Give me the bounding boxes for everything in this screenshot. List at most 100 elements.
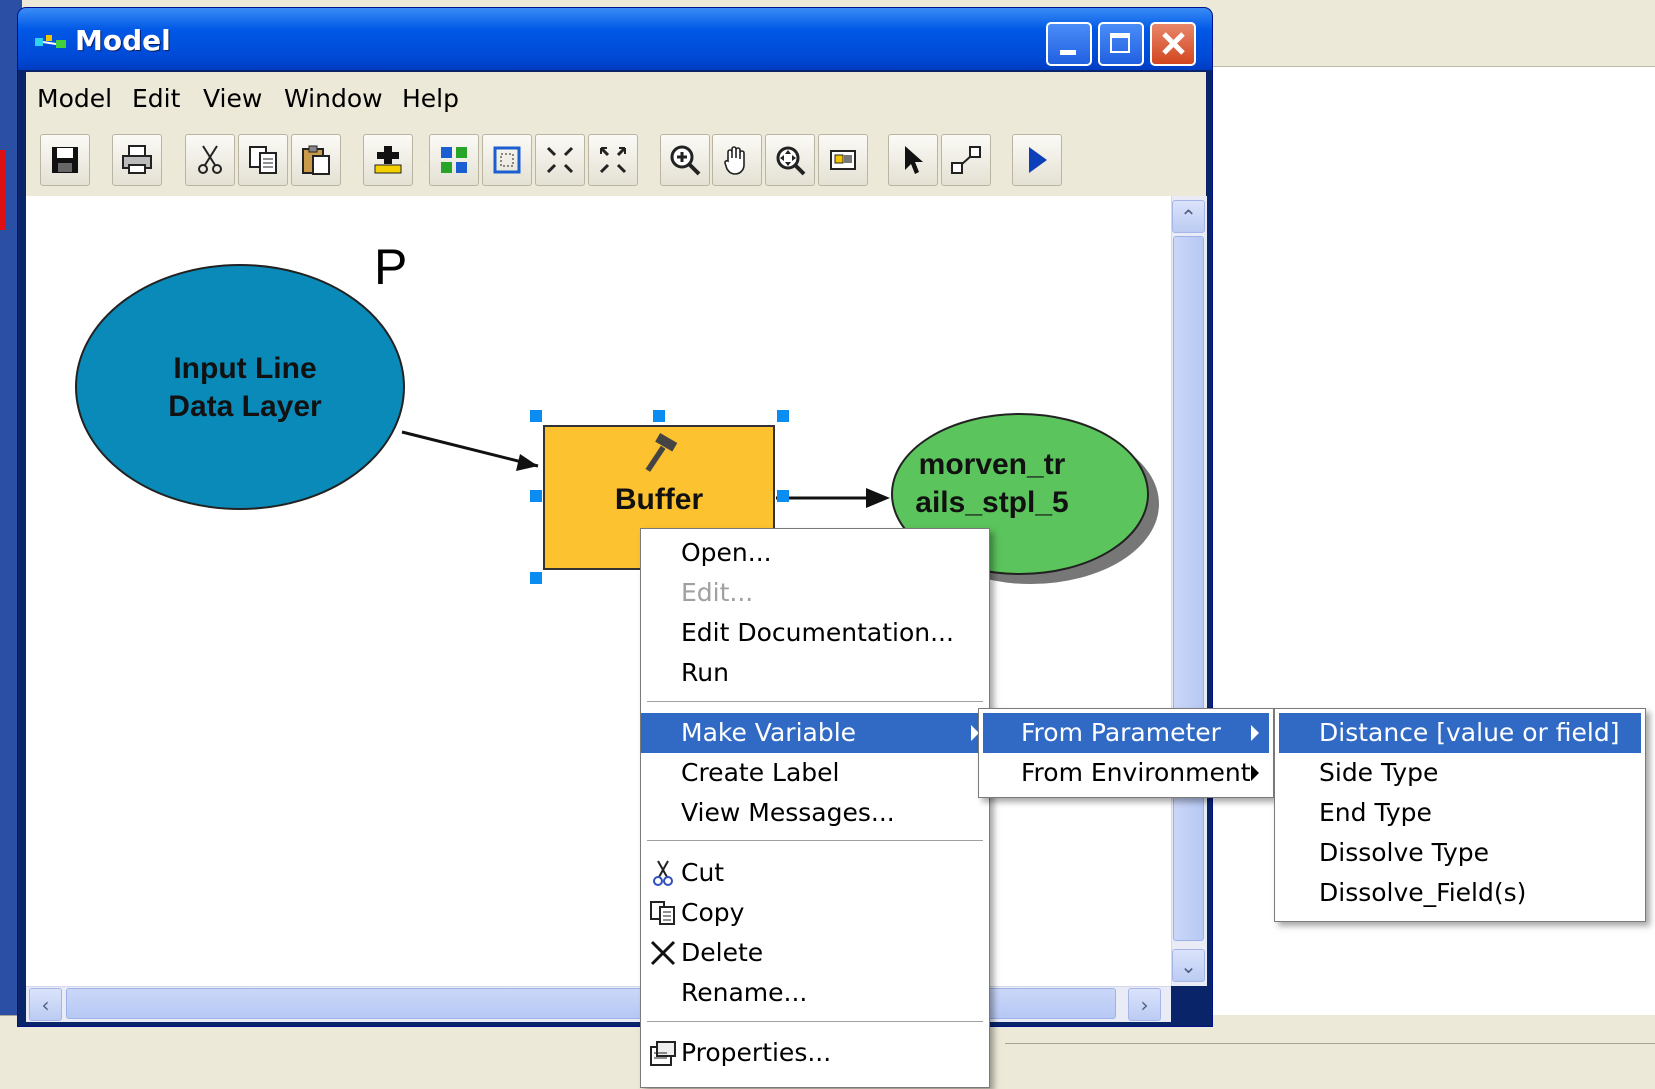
selection-handle[interactable] bbox=[777, 490, 789, 502]
menu-item-from-parameter-label: From Parameter bbox=[1021, 718, 1221, 747]
menu-item-properties-label: Properties... bbox=[681, 1038, 832, 1067]
copy-icon bbox=[650, 901, 675, 925]
menu-item-side-type[interactable]: Side Type bbox=[1279, 753, 1641, 793]
auto-layout-button[interactable] bbox=[429, 134, 479, 186]
parameter-submenu: Distance [value or field] Side Type End … bbox=[1274, 708, 1646, 922]
scroll-down-button[interactable]: ⌄ bbox=[1172, 949, 1205, 982]
menu-item-dissolve-fields[interactable]: Dissolve_Field(s) bbox=[1279, 873, 1641, 913]
menu-separator bbox=[647, 840, 983, 841]
output-node-label-line2: ails_stpl_5 bbox=[915, 486, 1069, 519]
background-toolbar-right bbox=[1210, 0, 1655, 67]
zoom-to-layer-button[interactable] bbox=[765, 134, 815, 186]
menu-item-open[interactable]: Open... bbox=[641, 533, 989, 573]
menu-item-copy[interactable]: Copy bbox=[641, 893, 989, 933]
paste-icon bbox=[302, 145, 330, 175]
select-button[interactable] bbox=[888, 134, 938, 186]
chevron-right-icon: › bbox=[1140, 992, 1149, 1017]
zoom-in-fixed-icon bbox=[546, 146, 574, 174]
parameter-marker: P bbox=[374, 239, 408, 295]
model-app-icon bbox=[35, 35, 66, 48]
menu-item-cut-label: Cut bbox=[681, 858, 725, 887]
input-node-label-line1: Input Line bbox=[173, 352, 317, 385]
menu-item-cut[interactable]: Cut bbox=[641, 853, 989, 893]
selection-handle[interactable] bbox=[653, 410, 665, 422]
menu-item-create-label[interactable]: Create Label bbox=[641, 753, 989, 793]
copy-icon bbox=[249, 146, 277, 174]
toolbar bbox=[26, 124, 1206, 197]
full-extent-button[interactable] bbox=[482, 134, 532, 186]
pan-icon bbox=[724, 146, 745, 175]
save-button[interactable] bbox=[40, 134, 90, 186]
chevron-left-icon: ‹ bbox=[41, 992, 50, 1017]
menu-help[interactable]: Help bbox=[402, 84, 459, 113]
output-node-label-line1: morven_tr bbox=[918, 448, 1066, 481]
close-button[interactable] bbox=[1150, 22, 1196, 66]
menu-item-delete[interactable]: Delete bbox=[641, 933, 989, 973]
add-data-icon bbox=[374, 146, 402, 174]
maximize-button[interactable] bbox=[1098, 22, 1144, 66]
window-title: Model bbox=[75, 24, 171, 57]
menu-item-dissolve-type[interactable]: Dissolve Type bbox=[1279, 833, 1641, 873]
select-icon bbox=[905, 146, 923, 174]
menu-item-distance[interactable]: Distance [value or field] bbox=[1279, 713, 1641, 753]
menu-item-view-messages[interactable]: View Messages... bbox=[641, 793, 989, 833]
menu-item-make-variable[interactable]: Make Variable bbox=[641, 713, 989, 753]
make-variable-submenu: From Parameter From Environment bbox=[978, 708, 1274, 798]
run-icon bbox=[1029, 147, 1047, 173]
selection-handle[interactable] bbox=[530, 572, 542, 584]
copy-button[interactable] bbox=[238, 134, 288, 186]
scroll-up-button[interactable]: ⌃ bbox=[1172, 200, 1205, 233]
scroll-left-button[interactable]: ‹ bbox=[29, 988, 62, 1021]
properties-icon bbox=[650, 1041, 676, 1066]
menu-model[interactable]: Model bbox=[37, 84, 112, 113]
close-icon bbox=[1162, 32, 1185, 55]
menu-item-properties[interactable]: Properties... bbox=[641, 1033, 989, 1073]
print-button[interactable] bbox=[112, 134, 162, 186]
overview-button[interactable] bbox=[818, 134, 868, 186]
zoom-in-fixed-button[interactable] bbox=[535, 134, 585, 186]
cut-button[interactable] bbox=[185, 134, 235, 186]
menu-item-edit-documentation[interactable]: Edit Documentation... bbox=[641, 613, 989, 653]
cut-icon bbox=[198, 145, 222, 174]
save-icon bbox=[52, 147, 78, 173]
overview-icon bbox=[830, 150, 856, 170]
vertical-scroll-thumb[interactable] bbox=[1173, 236, 1204, 941]
auto-layout-icon bbox=[441, 147, 467, 173]
submenu-arrow-icon bbox=[1251, 765, 1259, 781]
menu-item-from-environment-label: From Environment bbox=[1021, 758, 1251, 787]
menu-window[interactable]: Window bbox=[284, 84, 383, 113]
menu-item-copy-label: Copy bbox=[681, 898, 745, 927]
zoom-in-button[interactable] bbox=[660, 134, 710, 186]
buffer-label: Buffer bbox=[614, 483, 704, 516]
paste-button[interactable] bbox=[291, 134, 341, 186]
title-bar[interactable] bbox=[18, 8, 1212, 70]
menu-item-from-parameter[interactable]: From Parameter bbox=[983, 713, 1269, 753]
selection-handle[interactable] bbox=[530, 410, 542, 422]
connect-button[interactable] bbox=[941, 134, 991, 186]
pan-button[interactable] bbox=[712, 134, 762, 186]
connector-input-to-buffer bbox=[401, 430, 539, 468]
menu-item-rename[interactable]: Rename... bbox=[641, 973, 989, 1013]
minimize-icon bbox=[1060, 50, 1076, 55]
minimize-button[interactable] bbox=[1046, 22, 1092, 66]
context-menu: Open... Edit... Edit Documentation... Ru… bbox=[640, 528, 990, 1088]
menu-item-run[interactable]: Run bbox=[641, 653, 989, 693]
add-data-button[interactable] bbox=[363, 134, 413, 186]
zoom-to-layer-icon bbox=[776, 146, 806, 176]
delete-icon bbox=[650, 940, 676, 966]
selection-handle[interactable] bbox=[530, 490, 542, 502]
selection-handle[interactable] bbox=[777, 410, 789, 422]
menu-view[interactable]: View bbox=[203, 84, 262, 113]
menu-edit[interactable]: Edit bbox=[132, 84, 180, 113]
menu-item-end-type[interactable]: End Type bbox=[1279, 793, 1641, 833]
menu-item-edit: Edit... bbox=[681, 578, 754, 607]
run-button[interactable] bbox=[1012, 134, 1062, 186]
scroll-right-button[interactable]: › bbox=[1128, 988, 1161, 1021]
input-node-label: Input Line Data Layer bbox=[90, 350, 400, 426]
print-icon bbox=[122, 145, 152, 174]
chevron-up-icon: ⌃ bbox=[1180, 204, 1197, 229]
maximize-icon bbox=[1110, 33, 1130, 53]
menu-item-from-environment[interactable]: From Environment bbox=[983, 753, 1269, 793]
zoom-out-fixed-button[interactable] bbox=[588, 134, 638, 186]
submenu-arrow-icon bbox=[1251, 725, 1259, 741]
